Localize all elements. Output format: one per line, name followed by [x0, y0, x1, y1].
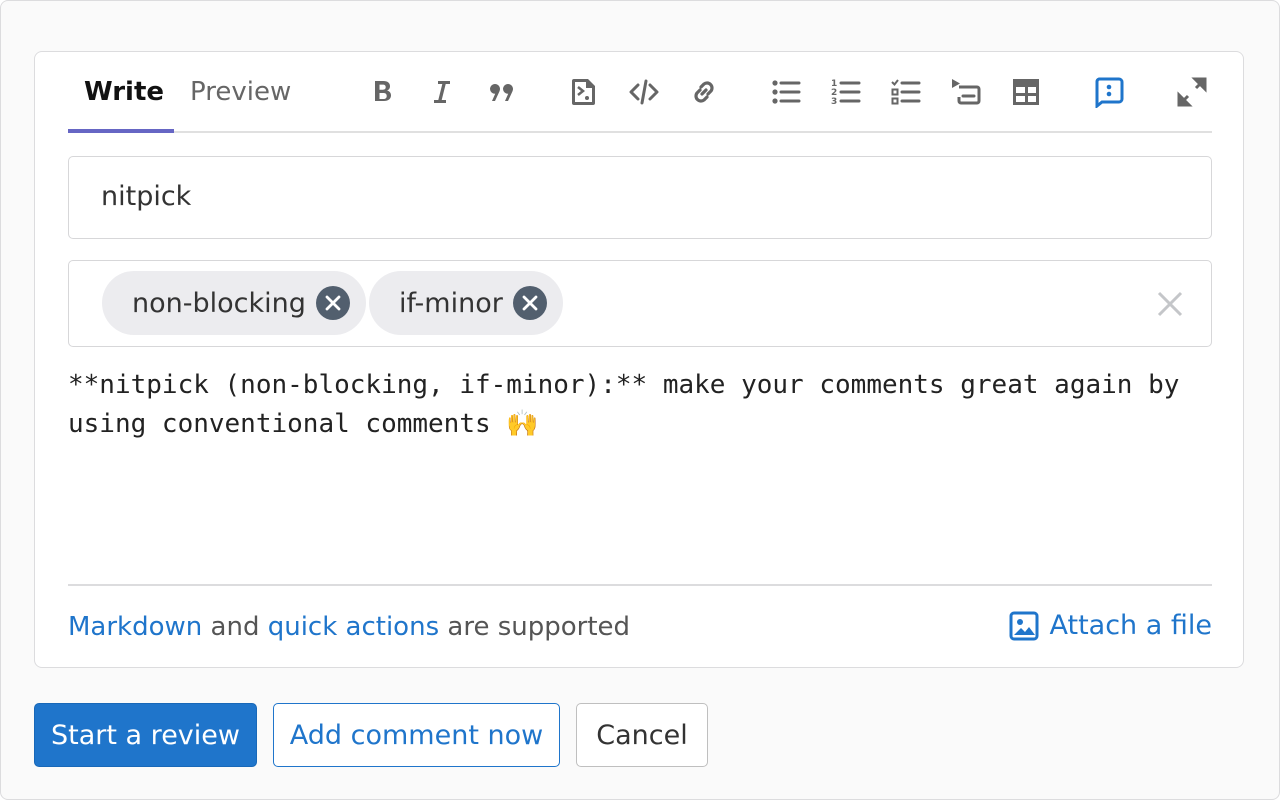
- link-button[interactable]: [686, 76, 722, 112]
- tab-write[interactable]: Write: [84, 74, 164, 110]
- chip-label: non-blocking: [132, 287, 306, 319]
- bold-button[interactable]: [364, 76, 400, 112]
- add-comment-now-button[interactable]: Add comment now: [273, 703, 560, 767]
- italic-icon: [426, 76, 458, 112]
- suggestion-icon: [568, 76, 600, 112]
- maximize-icon: [1176, 76, 1208, 112]
- image-icon: [1009, 611, 1039, 640]
- comment-textarea[interactable]: **nitpick (non-blocking, if-minor):** ma…: [68, 366, 1212, 584]
- divider: [68, 584, 1212, 586]
- bullet-list-icon: [770, 76, 802, 112]
- tab-preview[interactable]: Preview: [190, 74, 291, 110]
- markdown-help-text: Markdown and quick actions are supported: [68, 608, 630, 646]
- decoration-chip: if-minor: [369, 271, 563, 335]
- bullet-list-button[interactable]: [768, 76, 804, 112]
- markdown-link[interactable]: Markdown: [68, 612, 202, 642]
- chip-label: if-minor: [399, 287, 503, 319]
- table-button[interactable]: [1008, 76, 1044, 112]
- bold-icon: [366, 76, 398, 112]
- decoration-chip: non-blocking: [102, 271, 366, 335]
- decorations-input[interactable]: non-blocking if-minor: [68, 260, 1212, 347]
- quick-actions-link[interactable]: quick actions: [268, 612, 439, 642]
- code-icon: [628, 76, 660, 112]
- table-icon: [1010, 76, 1042, 112]
- start-review-button[interactable]: Start a review: [34, 703, 257, 767]
- collapsible-section-icon: [950, 76, 982, 112]
- help-text-and: and: [202, 612, 268, 642]
- comment-dots-icon: [1093, 76, 1125, 112]
- numbered-list-button[interactable]: 123: [828, 76, 864, 112]
- clear-all-button[interactable]: [1155, 289, 1185, 319]
- task-list-button[interactable]: [888, 76, 924, 112]
- comment-label-input[interactable]: nitpick: [68, 156, 1212, 239]
- italic-button[interactable]: [424, 76, 460, 112]
- quote-icon: [486, 76, 518, 112]
- close-icon: [522, 295, 538, 311]
- cancel-button[interactable]: Cancel: [576, 703, 708, 767]
- close-icon: [1157, 291, 1183, 317]
- help-text-supported: are supported: [439, 612, 631, 642]
- svg-text:3: 3: [831, 97, 837, 107]
- remove-chip-button[interactable]: [315, 286, 350, 320]
- attach-file-label: Attach a file: [1049, 610, 1212, 641]
- remove-chip-button[interactable]: [512, 286, 547, 320]
- conventional-comment-button[interactable]: [1091, 76, 1127, 112]
- close-icon: [325, 295, 341, 311]
- link-icon: [688, 76, 720, 112]
- quote-button[interactable]: [484, 76, 520, 112]
- attach-file-button[interactable]: Attach a file: [1009, 610, 1212, 641]
- numbered-list-icon: 123: [830, 76, 862, 112]
- fullscreen-button[interactable]: [1174, 76, 1210, 112]
- code-button[interactable]: [626, 76, 662, 112]
- collapsible-section-button[interactable]: [948, 76, 984, 112]
- insert-suggestion-button[interactable]: [566, 76, 602, 112]
- task-list-icon: [890, 76, 922, 112]
- active-tab-indicator: [68, 129, 174, 133]
